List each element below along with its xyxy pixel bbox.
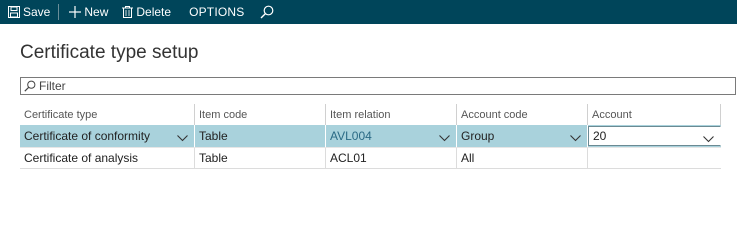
save-label: Save xyxy=(23,5,51,19)
toolbar-divider xyxy=(58,4,60,20)
options-label: OPTIONS xyxy=(189,5,245,19)
item-code-cell[interactable]: Table xyxy=(195,148,326,168)
chevron-down-icon[interactable] xyxy=(439,131,450,145)
plus-icon xyxy=(69,6,82,18)
account-value: 20 xyxy=(593,129,607,143)
column-header-certificate-type[interactable]: Certificate type xyxy=(20,104,195,125)
trash-icon xyxy=(122,6,134,18)
account-code-value: All xyxy=(461,151,475,165)
column-header-account[interactable]: Account xyxy=(588,104,721,125)
certificate-type-cell[interactable]: Certificate of conformity xyxy=(20,125,195,147)
column-header-item-code[interactable]: Item code xyxy=(195,104,326,125)
options-tab[interactable]: OPTIONS xyxy=(177,0,254,24)
item-code-cell[interactable]: Table xyxy=(195,125,326,147)
save-button[interactable]: Save xyxy=(0,0,56,24)
chevron-down-icon[interactable] xyxy=(177,131,188,145)
page-title: Certificate type setup xyxy=(20,42,199,63)
search-button[interactable] xyxy=(254,0,283,24)
certificate-type-value: Certificate of conformity xyxy=(24,129,151,143)
item-relation-cell[interactable]: ACL01 xyxy=(326,148,457,168)
account-code-cell[interactable]: All xyxy=(457,148,588,168)
item-code-value: Table xyxy=(199,129,228,143)
filter-box[interactable] xyxy=(20,77,736,95)
table-row[interactable]: Certificate of analysis Table ACL01 All xyxy=(20,147,721,169)
account-input[interactable]: 20 xyxy=(588,126,721,146)
certificate-type-cell[interactable]: Certificate of analysis xyxy=(20,148,195,168)
grid-header: Certificate type Item code Item relation… xyxy=(20,104,721,125)
account-cell[interactable] xyxy=(588,148,721,168)
certificate-type-value: Certificate of analysis xyxy=(24,151,139,165)
column-header-account-code[interactable]: Account code xyxy=(457,104,588,125)
action-pane: Save New Delete OPTIONS xyxy=(0,0,737,24)
save-icon xyxy=(8,6,20,18)
item-relation-cell[interactable]: AVL004 xyxy=(326,125,457,147)
filter-input[interactable] xyxy=(39,79,719,93)
new-button[interactable]: New xyxy=(61,0,114,24)
account-code-cell[interactable]: Group xyxy=(457,125,588,147)
new-label: New xyxy=(84,5,109,19)
chevron-down-icon[interactable] xyxy=(703,132,714,146)
chevron-down-icon[interactable] xyxy=(570,131,581,145)
item-relation-value: AVL004 xyxy=(330,129,372,143)
delete-label: Delete xyxy=(136,5,172,19)
table-row[interactable]: Certificate of conformity Table AVL004 G… xyxy=(20,125,721,147)
search-icon xyxy=(24,80,36,92)
account-code-value: Group xyxy=(461,129,495,143)
search-icon xyxy=(260,5,274,19)
delete-button[interactable]: Delete xyxy=(114,0,177,24)
item-code-value: Table xyxy=(199,151,228,165)
certificate-type-grid: Certificate type Item code Item relation… xyxy=(20,104,721,169)
item-relation-value: ACL01 xyxy=(330,151,367,165)
column-header-item-relation[interactable]: Item relation xyxy=(326,104,457,125)
